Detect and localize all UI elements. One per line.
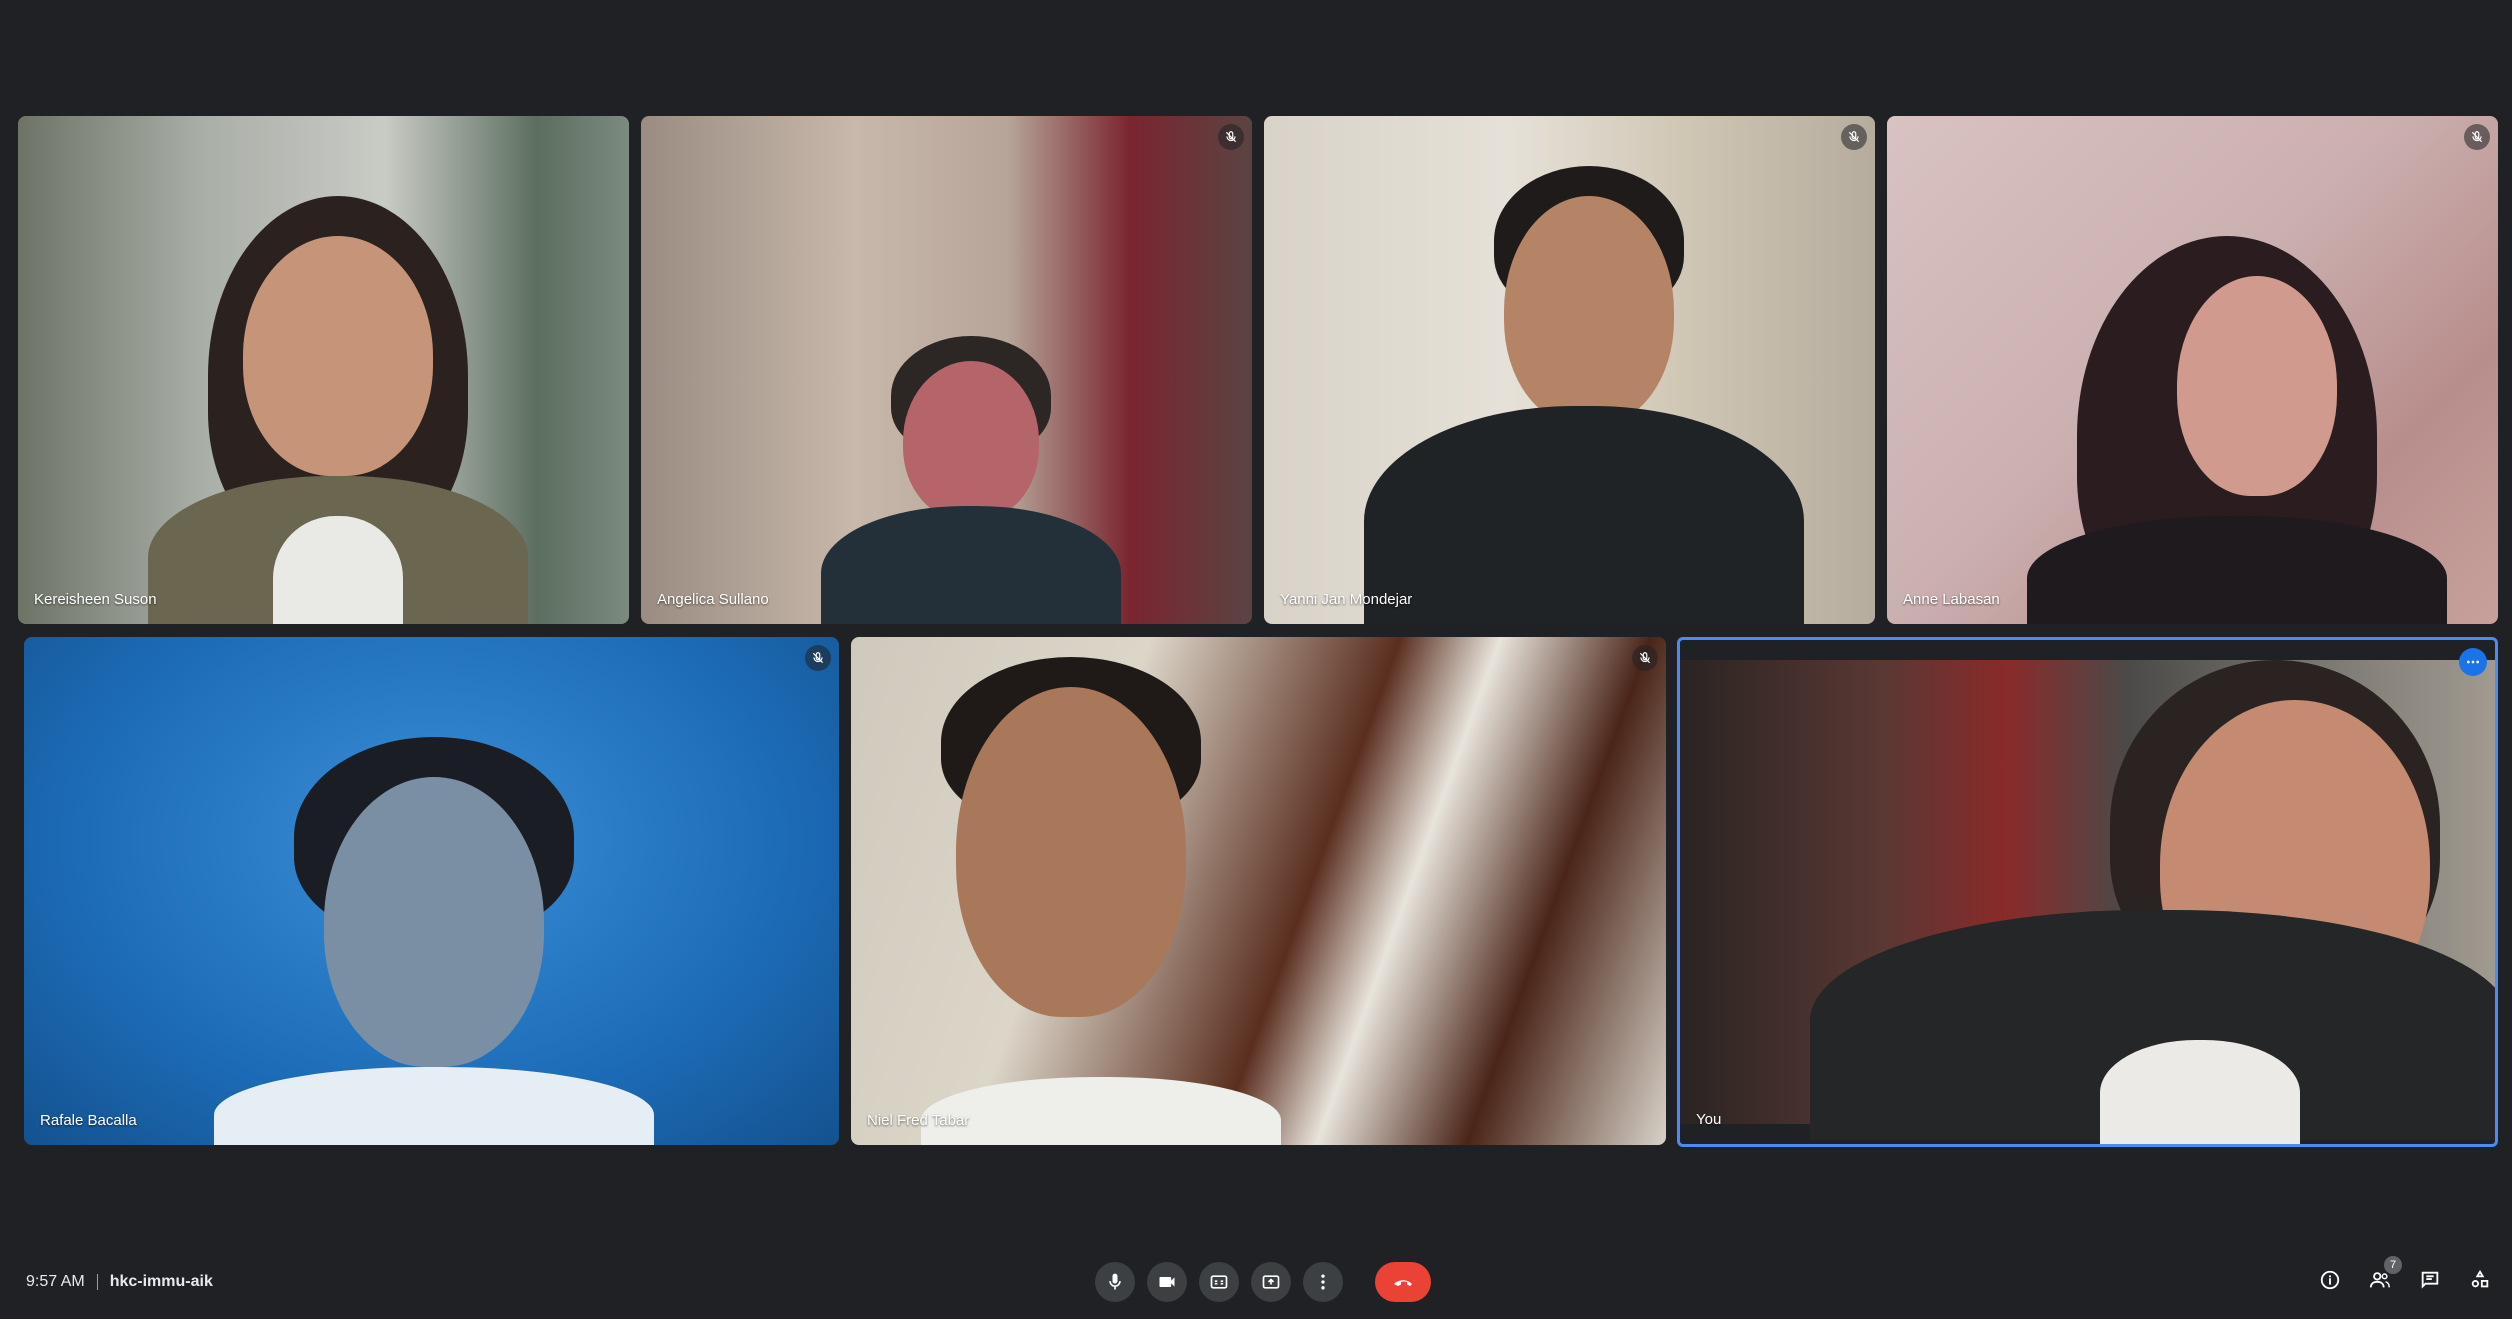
participant-video — [641, 116, 1252, 624]
more-options-icon — [1321, 1274, 1325, 1290]
participant-name: You — [1696, 1111, 1722, 1128]
camera-icon — [1159, 1277, 1175, 1287]
people-button[interactable]: 7 — [2366, 1256, 2402, 1294]
muted-mic-icon — [1218, 124, 1244, 150]
meeting-code: hkc-immu-aik — [109, 1273, 213, 1290]
participant-tile-yanni[interactable]: Yanni Jan Mondejar — [1264, 116, 1875, 624]
participant-video — [1264, 116, 1875, 624]
participant-name: Rafale Bacalla — [40, 1112, 137, 1129]
present-button[interactable] — [1251, 1262, 1291, 1302]
activities-button[interactable] — [2466, 1266, 2494, 1294]
participant-tile-anne[interactable]: Anne Labasan — [1887, 116, 2498, 624]
participant-count-badge: 7 — [2384, 1256, 2402, 1274]
participant-tile-angelica[interactable]: Angelica Sullano — [641, 116, 1252, 624]
captions-icon — [1210, 1275, 1228, 1289]
participant-video — [851, 637, 1666, 1145]
participant-name: Kereisheen Suson — [34, 591, 157, 608]
participant-video — [24, 637, 839, 1145]
participant-tile-self[interactable]: You — [1677, 637, 2498, 1147]
participant-video — [1887, 116, 2498, 624]
meeting-details-button[interactable] — [2316, 1266, 2344, 1294]
muted-mic-icon — [805, 645, 831, 671]
end-call-button[interactable] — [1375, 1262, 1431, 1302]
participant-name: Anne Labasan — [1903, 591, 2000, 608]
participant-video — [18, 116, 629, 624]
meeting-info: 9:57 AM hkc-immu-aik — [26, 1268, 213, 1296]
side-panel-controls: 7 — [2316, 1256, 2494, 1294]
end-call-icon — [1394, 1280, 1412, 1286]
meeting-time: 9:57 AM — [26, 1273, 85, 1290]
participant-video — [1680, 660, 2495, 1144]
more-options-button[interactable] — [1303, 1262, 1343, 1302]
chat-icon — [2421, 1271, 2439, 1289]
participant-name: Angelica Sullano — [657, 591, 769, 608]
captions-button[interactable] — [1199, 1262, 1239, 1302]
muted-mic-icon — [2464, 124, 2490, 150]
microphone-icon — [1109, 1273, 1121, 1290]
chat-button[interactable] — [2416, 1266, 2444, 1294]
muted-mic-icon — [1632, 645, 1658, 671]
activities-icon — [2471, 1269, 2489, 1288]
meeting-stage: Kereisheen Suson Angelica Sullano Yanni … — [0, 0, 2512, 1319]
participant-name: Yanni Jan Mondejar — [1280, 591, 1413, 608]
participant-tile-kereisheen[interactable]: Kereisheen Suson — [18, 116, 629, 624]
call-controls — [1095, 1262, 1431, 1302]
camera-button[interactable] — [1147, 1262, 1187, 1302]
participant-name: Niel Fred Tabar — [867, 1112, 970, 1129]
present-icon — [1262, 1275, 1280, 1289]
participant-tile-niel[interactable]: Niel Fred Tabar — [851, 637, 1666, 1145]
muted-mic-icon — [1841, 124, 1867, 150]
microphone-button[interactable] — [1095, 1262, 1135, 1302]
participant-tile-rafale[interactable]: Rafale Bacalla — [24, 637, 839, 1145]
more-options-icon[interactable] — [2459, 648, 2487, 676]
divider — [96, 1274, 98, 1290]
meeting-details-icon — [2320, 1270, 2340, 1290]
